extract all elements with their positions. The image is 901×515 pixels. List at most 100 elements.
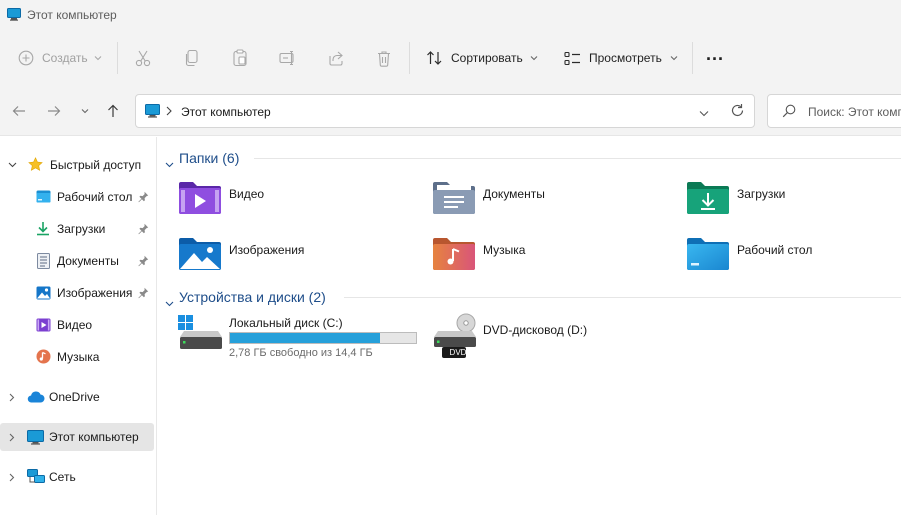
video-folder-icon [178, 180, 222, 219]
content-pane: Папки (6) Видео Документы Загрузки Изобр… [158, 137, 901, 515]
forward-button[interactable] [44, 101, 64, 121]
up-button[interactable] [103, 101, 123, 121]
pin-icon [138, 191, 150, 203]
sidebar-item-label: Документы [57, 254, 119, 268]
chevron-right-icon[interactable] [7, 472, 17, 482]
drive-tile-c[interactable]: Локальный диск (C:) 2,78 ГБ свободно из … [178, 313, 423, 361]
breadcrumb-separator-icon [166, 105, 172, 119]
share-button[interactable] [328, 44, 344, 72]
more-label: ... [706, 44, 725, 64]
sidebar-item-label: Изображения [57, 286, 133, 300]
breadcrumb-item[interactable]: Этот компьютер [181, 105, 271, 119]
folder-tile-music[interactable]: Музыка [432, 235, 662, 275]
chevron-down-icon[interactable] [7, 160, 17, 170]
toolbar-divider [692, 42, 693, 74]
sort-label: Сортировать [451, 51, 523, 65]
folder-tile-desktop[interactable]: Рабочий стол [686, 235, 901, 275]
computer-icon [145, 104, 160, 121]
sidebar-item-label: Музыка [57, 350, 100, 364]
more-options-button[interactable]: ... [706, 44, 724, 72]
folder-tile-downloads[interactable]: Загрузки [686, 179, 901, 219]
chevron-down-icon [699, 111, 709, 117]
sidebar-item-label: Рабочий стол [57, 190, 133, 204]
music-icon [36, 349, 51, 367]
copy-button[interactable] [184, 44, 200, 72]
sort-button[interactable]: Сортировать [426, 44, 538, 72]
sort-icon [427, 51, 442, 65]
search-box[interactable]: Поиск: Этот компьютер [767, 94, 901, 128]
drive-usage-fill [230, 333, 381, 343]
pin-icon [138, 255, 150, 267]
music-folder-icon [432, 236, 476, 275]
view-label: Просмотреть [589, 51, 662, 65]
command-bar: Создать Сортировать Просмотреть ... [0, 30, 901, 86]
download-icon [36, 221, 50, 239]
pictures-icon [36, 286, 51, 303]
folder-label: Документы [483, 187, 545, 201]
documents-folder-icon [432, 180, 476, 219]
sidebar-item-label: Видео [57, 318, 93, 332]
sidebar-item-this-pc[interactable]: Этот компьютер [0, 423, 154, 451]
group-title: Папки (6) [179, 150, 240, 166]
desktop-folder-icon [686, 236, 730, 275]
rename-icon [279, 50, 294, 66]
folder-label: Рабочий стол [737, 243, 813, 257]
view-list-icon [564, 51, 580, 65]
paste-button[interactable] [232, 44, 248, 72]
address-row: Этот компьютер Поиск: Этот компьютер [0, 86, 901, 136]
chevron-right-icon[interactable] [7, 392, 17, 402]
dvd-badge: DVD [449, 348, 467, 357]
drive-usage-bar [229, 332, 417, 344]
downloads-folder-icon [686, 180, 730, 219]
toolbar-divider [117, 42, 118, 74]
drive-free-space: 2,78 ГБ свободно из 14,4 ГБ [229, 347, 373, 359]
desktop-folder-icon [36, 190, 51, 206]
sidebar-item-video[interactable]: Видео [0, 311, 154, 339]
address-history-button[interactable] [699, 106, 709, 120]
folder-tile-video[interactable]: Видео [178, 179, 408, 219]
rename-button[interactable] [279, 44, 297, 72]
drive-label: Локальный диск (C:) [229, 316, 343, 330]
refresh-button[interactable] [730, 103, 745, 121]
arrow-left-icon [12, 106, 25, 116]
chevron-right-icon[interactable] [7, 432, 17, 442]
folder-tile-pictures[interactable]: Изображения [178, 235, 408, 275]
drive-tile-d[interactable]: DVD DVD-дисковод (D:) [432, 313, 652, 361]
back-button[interactable] [9, 101, 29, 121]
create-label: Создать [42, 51, 88, 65]
sidebar-item-label: Быстрый доступ [50, 158, 142, 172]
arrow-right-icon [48, 106, 61, 116]
group-title: Устройства и диски (2) [179, 289, 326, 305]
delete-button[interactable] [376, 44, 392, 72]
recent-locations-button[interactable] [75, 101, 95, 121]
cut-button[interactable] [135, 44, 151, 72]
chevron-down-icon [530, 56, 538, 61]
folder-label: Загрузки [737, 187, 786, 201]
sidebar-item-documents[interactable]: Документы [0, 247, 154, 275]
chevron-down-icon [670, 56, 678, 61]
sidebar-item-network[interactable]: Сеть [0, 463, 154, 491]
sidebar-item-downloads[interactable]: Загрузки [0, 215, 154, 243]
copy-icon [185, 49, 198, 67]
star-icon [28, 157, 43, 175]
sidebar-item-pictures[interactable]: Изображения [0, 279, 154, 307]
sidebar-item-desktop[interactable]: Рабочий стол [0, 183, 154, 211]
create-button[interactable]: Создать [18, 44, 102, 72]
window-title: Этот компьютер [27, 8, 117, 22]
address-bar[interactable]: Этот компьютер [135, 94, 755, 128]
folder-label: Музыка [483, 243, 526, 257]
search-icon [782, 104, 796, 121]
chevron-down-icon [81, 109, 89, 114]
folder-tile-documents[interactable]: Документы [432, 179, 662, 219]
chevron-down-icon [94, 56, 101, 61]
view-button[interactable]: Просмотреть [564, 44, 678, 72]
refresh-icon [731, 104, 744, 117]
sidebar-item-onedrive[interactable]: OneDrive [0, 383, 154, 411]
documents-icon [37, 253, 50, 272]
arrow-up-icon [108, 104, 118, 117]
pin-icon [138, 287, 150, 299]
sidebar-item-quick-access[interactable]: Быстрый доступ [0, 151, 154, 179]
chevron-down-icon [165, 155, 174, 171]
sidebar-item-music[interactable]: Музыка [0, 343, 154, 371]
navigation-pane: Быстрый доступ Рабочий стол Загрузки Док… [0, 137, 157, 515]
